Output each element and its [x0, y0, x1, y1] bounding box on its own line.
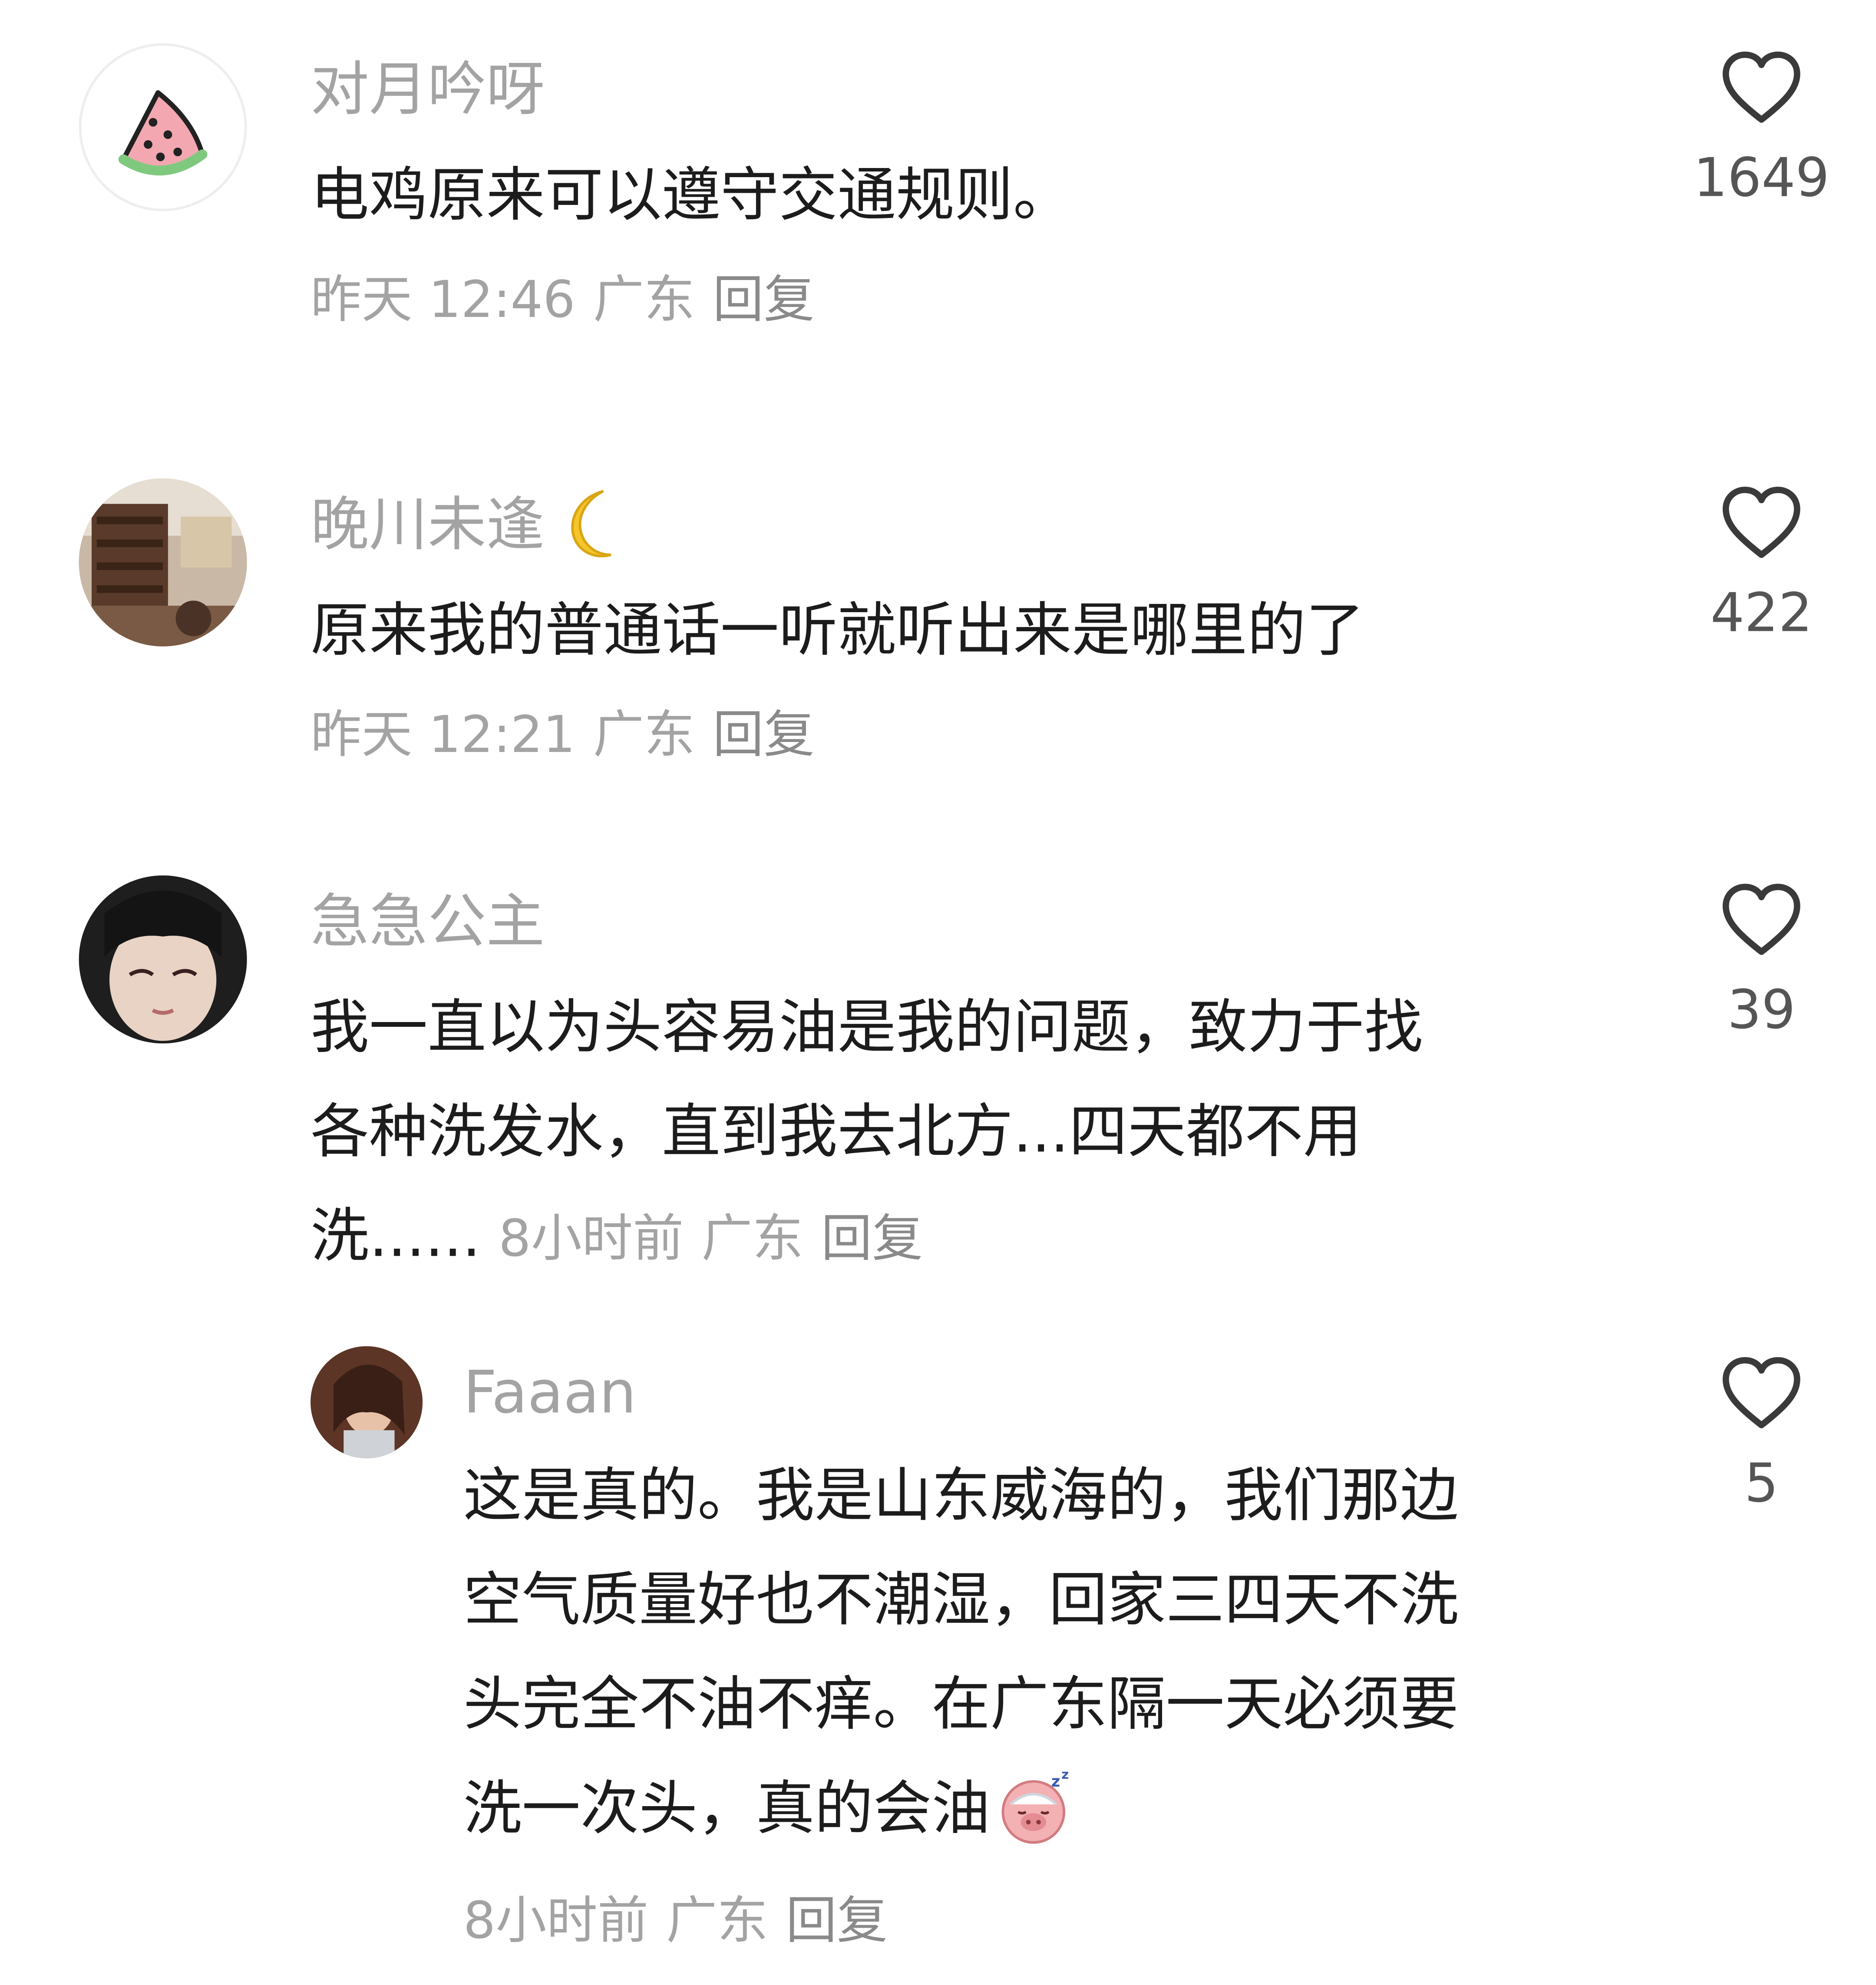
comment-text-line: 洗...... 8小时前 广东 回复: [310, 1184, 1423, 1288]
portrait-avatar: [79, 875, 247, 1044]
comment-text: 原来我的普通话一听就听出来是哪里的了: [310, 595, 1364, 664]
username[interactable]: Faaan: [463, 1354, 636, 1430]
heart-outline-icon: [1722, 884, 1800, 955]
heart-outline-icon: [1722, 51, 1800, 123]
comment-text-line: 这是真的。我是山东威海的，我们那边: [463, 1461, 1459, 1530]
sleepy-pig-emoji: z z: [1001, 1767, 1069, 1843]
like-button[interactable]: 422: [1685, 486, 1838, 649]
comment-location: 广东: [701, 1210, 803, 1269]
reply-item: Faaan 这是真的。我是山东威海的，我们那边 空气质量好也不潮湿，回家三四天不…: [0, 1344, 1876, 1980]
comment-item: 急急公主 我一直以为头容易油是我的问题，致力于找 各种洗发水，直到我去北方...…: [0, 832, 1876, 1316]
like-count: 39: [1727, 978, 1796, 1041]
comment-list: 对月吟呀 电鸡原来可以遵守交通规则。 昨天 12:46 广东 回复 1649 晚…: [0, 0, 1876, 1985]
comment-item: 对月吟呀 电鸡原来可以遵守交通规则。 昨天 12:46 广东 回复 1649: [0, 0, 1876, 382]
avatar[interactable]: [79, 875, 247, 1044]
reply-button[interactable]: 回复: [821, 1210, 923, 1269]
reply-button[interactable]: 回复: [713, 706, 814, 765]
comment-location: 广东: [666, 1892, 768, 1951]
like-button[interactable]: 5: [1685, 1356, 1838, 1519]
like-button[interactable]: 1649: [1685, 51, 1838, 214]
comment-text-line: 我一直以为头容易油是我的问题，致力于找: [310, 992, 1423, 1062]
comment-text-tail: 洗一次头，真的会油: [463, 1774, 991, 1843]
crescent-moon-emoji: [571, 489, 611, 557]
avatar[interactable]: [79, 43, 247, 211]
comment-meta: 8小时前 广东 回复: [463, 1883, 905, 1960]
username[interactable]: 急急公主: [310, 883, 545, 960]
comment-text: 我一直以为头容易油是我的问题，致力于找 各种洗发水，直到我去北方...四天都不用…: [310, 975, 1423, 1288]
comment-text-line: 头完全不油不痒。在广东隔一天必须要: [463, 1669, 1459, 1738]
portrait-avatar: [310, 1346, 423, 1458]
comment-location: 广东: [593, 706, 695, 765]
heart-outline-icon: [1722, 487, 1800, 558]
reply-button[interactable]: 回复: [713, 271, 814, 330]
comment-text: 这是真的。我是山东威海的，我们那边 空气质量好也不潮湿，回家三四天不洗 头完全不…: [463, 1443, 1459, 1860]
heart-outline-icon: [1722, 1357, 1800, 1428]
comment-time: 8小时前: [463, 1892, 649, 1951]
comment-time: 昨天 12:46: [310, 271, 575, 330]
comment-time: 8小时前: [499, 1210, 684, 1269]
comment-time: 昨天 12:21: [310, 706, 575, 765]
watermelon-icon: [118, 90, 208, 176]
avatar[interactable]: [79, 478, 247, 646]
svg-text:z: z: [1051, 1772, 1060, 1790]
comment-location: 广东: [593, 271, 695, 330]
username[interactable]: 晚川未逢: [310, 486, 634, 564]
room-photo-avatar: [79, 478, 247, 646]
comment-text-line: 洗一次头，真的会油 z z: [463, 1756, 1459, 1860]
comment-text-line: 各种洗发水，直到我去北方...四天都不用: [310, 1097, 1362, 1166]
svg-text:z: z: [1061, 1767, 1069, 1781]
like-button[interactable]: 39: [1685, 883, 1838, 1046]
like-count: 422: [1710, 581, 1813, 644]
like-count: 5: [1744, 1452, 1779, 1514]
avatar[interactable]: [310, 1346, 423, 1458]
username[interactable]: 对月吟呀: [310, 51, 545, 127]
username-text: 晚川未逢: [310, 490, 545, 559]
reply-button[interactable]: 回复: [786, 1892, 888, 1951]
like-count: 1649: [1693, 146, 1830, 209]
comment-text-line: 空气质量好也不潮湿，回家三四天不洗: [463, 1565, 1459, 1634]
comment-meta: 8小时前 广东 回复: [499, 1210, 941, 1269]
comment-text-tail: 洗......: [310, 1201, 481, 1270]
comment-text: 电鸡原来可以遵守交通规则。: [310, 160, 1072, 229]
comment-meta: 昨天 12:21 广东 回复: [310, 697, 832, 774]
comment-meta: 昨天 12:46 广东 回复: [310, 262, 832, 339]
comment-item: 晚川未逢 原来我的普通话一听就听出来是哪里的了 昨天 12:21 广东 回复 422: [0, 435, 1876, 817]
